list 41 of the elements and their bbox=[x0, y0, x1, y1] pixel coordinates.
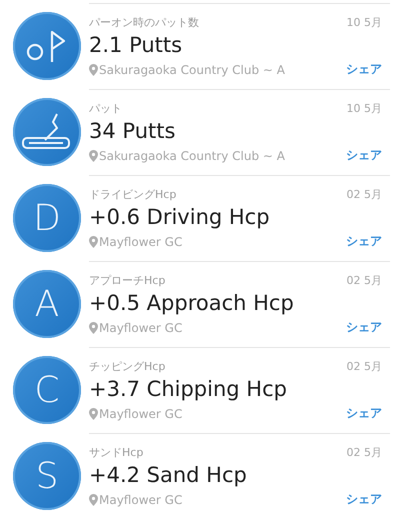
course-location: Mayflower GC bbox=[99, 406, 182, 420]
location-pin-icon bbox=[89, 494, 98, 506]
entry-date: 02 5月 bbox=[346, 187, 382, 202]
share-link[interactable]: シェア bbox=[346, 405, 382, 422]
category-label: チッピングHcp bbox=[89, 359, 166, 374]
location-pin-icon bbox=[89, 236, 98, 248]
course-location: Sakuragaoka Country Club ~ A bbox=[99, 148, 285, 162]
category-label: サンドHcp bbox=[89, 445, 144, 460]
share-link[interactable]: シェア bbox=[346, 61, 382, 78]
avatar-letter: C bbox=[13, 356, 81, 424]
course-location: Mayflower GC bbox=[99, 492, 182, 506]
category-label: アプローチHcp bbox=[89, 273, 166, 288]
entry-date: 02 5月 bbox=[346, 273, 382, 288]
course-location: Mayflower GC bbox=[99, 234, 182, 248]
entry-title: +4.2 Sand Hcp bbox=[89, 463, 248, 487]
entry-title: 2.1 Putts bbox=[89, 33, 184, 57]
entry-title: +3.7 Chipping Hcp bbox=[89, 377, 288, 401]
entry-date: 02 5月 bbox=[346, 445, 382, 460]
location-pin-icon bbox=[89, 64, 98, 76]
entry-date: 10 5月 bbox=[346, 101, 382, 116]
avatar-letter: A bbox=[13, 270, 81, 338]
entry-title: 34 Putts bbox=[89, 119, 176, 143]
course-location: Sakuragaoka Country Club ~ A bbox=[99, 62, 285, 76]
entry-date: 10 5月 bbox=[346, 15, 382, 30]
location-pin-icon bbox=[89, 408, 98, 420]
share-link[interactable]: シェア bbox=[346, 491, 382, 508]
location-pin-icon bbox=[89, 150, 98, 162]
avatar-letter: D bbox=[13, 184, 81, 252]
avatar-letter: S bbox=[13, 442, 81, 510]
category-label: パット bbox=[89, 101, 122, 116]
share-link[interactable]: シェア bbox=[346, 233, 382, 250]
course-location: Mayflower GC bbox=[99, 320, 182, 334]
category-label: ドライビングHcp bbox=[89, 187, 176, 202]
share-link[interactable]: シェア bbox=[346, 147, 382, 164]
entry-title: +0.6 Driving Hcp bbox=[89, 205, 271, 229]
putter-icon bbox=[21, 112, 73, 152]
entry-date: 02 5月 bbox=[346, 359, 382, 374]
entry-title: +0.5 Approach Hcp bbox=[89, 291, 295, 315]
share-link[interactable]: シェア bbox=[346, 319, 382, 336]
location-pin-icon bbox=[89, 322, 98, 334]
category-label: パーオン時のパット数 bbox=[89, 15, 199, 30]
